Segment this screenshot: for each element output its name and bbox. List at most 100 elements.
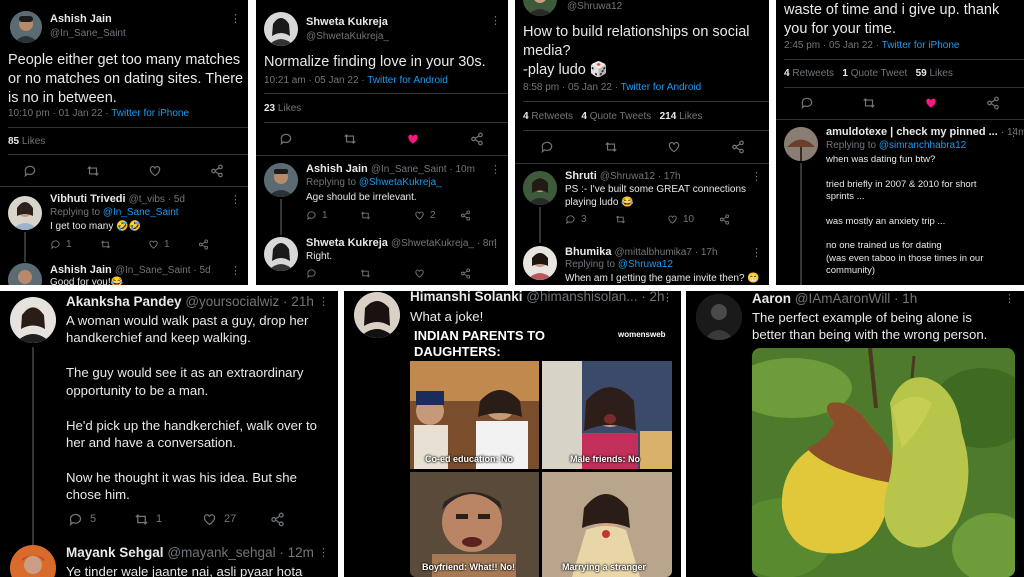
- meme-caption-2: Male friends: No: [570, 454, 641, 464]
- more-icon[interactable]: ⋮: [230, 12, 242, 25]
- author-name[interactable]: Shweta Kukreja: [306, 16, 388, 28]
- share-icon[interactable]: [731, 140, 745, 154]
- retweet-icon[interactable]: [615, 214, 626, 225]
- more-icon[interactable]: ⋮: [751, 170, 763, 183]
- retweet-icon[interactable]: [360, 268, 371, 279]
- author-handle[interactable]: @ShwetaKukreja_: [306, 31, 389, 42]
- avatar[interactable]: [523, 246, 557, 280]
- author-line[interactable]: Aaron @IAmAaronWill · 1h: [752, 291, 917, 306]
- meme-panel-boyfriend: Boyfriend: What!! No!: [410, 472, 539, 577]
- like-icon[interactable]: [414, 210, 425, 221]
- retweet-icon[interactable]: [604, 140, 618, 154]
- like-icon[interactable]: [202, 512, 217, 527]
- avatar[interactable]: [10, 297, 56, 343]
- retweet-icon[interactable]: [862, 96, 876, 110]
- more-icon[interactable]: ⋮: [318, 295, 330, 308]
- meme-panel-friends: Male friends: No: [542, 361, 672, 469]
- avatar[interactable]: [523, 171, 557, 205]
- more-icon[interactable]: ⋮: [490, 14, 502, 27]
- reply-icon[interactable]: [565, 214, 576, 225]
- like-icon[interactable]: [667, 140, 681, 154]
- avatar[interactable]: [696, 294, 742, 340]
- replying-to: Replying to @In_Sane_Saint: [50, 207, 179, 218]
- meme-image[interactable]: INDIAN PARENTS TO DAUGHTERS: womensweb C…: [410, 326, 672, 577]
- more-icon[interactable]: ⋮: [662, 291, 674, 304]
- avatar[interactable]: [784, 127, 818, 161]
- reply-author-name[interactable]: amuldotexe | check my pinned ... · 14m: [826, 126, 1024, 138]
- retweet-icon[interactable]: [86, 164, 100, 178]
- likes-stat[interactable]: 85 Likes: [8, 136, 45, 147]
- author-line[interactable]: Akanksha Pandey @yoursocialwiz · 21h: [66, 294, 314, 309]
- avatar[interactable]: [354, 292, 400, 338]
- share-icon[interactable]: [210, 164, 224, 178]
- reply-author-name[interactable]: Shruti @Shruwa12 · 17h: [565, 170, 681, 182]
- author-name[interactable]: Akanksha Pandey: [66, 294, 182, 309]
- like-icon[interactable]: [148, 239, 159, 250]
- source-link[interactable]: Twitter for iPhone: [882, 40, 960, 51]
- more-icon[interactable]: ⋮: [751, 246, 763, 259]
- avatar[interactable]: [264, 163, 298, 197]
- reply-author-name[interactable]: Ashish Jain @In_Sane_Saint · 10m: [306, 163, 475, 175]
- author-name[interactable]: Himanshi Solanki: [410, 291, 523, 304]
- retweet-icon[interactable]: [100, 239, 111, 250]
- reply-author-name[interactable]: Ashish Jain @In_Sane_Saint · 5d: [50, 264, 211, 276]
- share-icon[interactable]: [460, 210, 471, 221]
- share-icon[interactable]: [719, 214, 730, 225]
- retweet-icon[interactable]: [343, 132, 357, 146]
- author-handle[interactable]: @In_Sane_Saint: [50, 28, 126, 39]
- source-link[interactable]: Twitter for Android: [367, 75, 448, 86]
- pears-image[interactable]: [752, 348, 1015, 577]
- tweet-text: People either get too many matches or no…: [8, 52, 244, 106]
- reply-author-name[interactable]: Vibhuti Trivedi @t_vibs · 5d: [50, 193, 185, 205]
- share-icon[interactable]: [986, 96, 1000, 110]
- share-icon[interactable]: [198, 239, 209, 250]
- retweet-icon[interactable]: [360, 210, 371, 221]
- author-handle[interactable]: @Shruwa12: [567, 1, 622, 12]
- author-name[interactable]: Aaron: [752, 291, 791, 306]
- tweet-text: Normalize finding love in your 30s.: [264, 54, 486, 70]
- source-link[interactable]: Twitter for Android: [621, 82, 702, 93]
- reply-author-name[interactable]: Mayank Sehgal: [66, 545, 164, 560]
- likes-stat[interactable]: 23 Likes: [264, 103, 301, 114]
- source-link[interactable]: Twitter for iPhone: [111, 108, 189, 119]
- share-icon[interactable]: [270, 512, 285, 527]
- reply-icon[interactable]: [306, 268, 317, 279]
- reply-icon[interactable]: [800, 96, 814, 110]
- author-name[interactable]: Ashish Jain: [50, 13, 112, 25]
- like-icon-active[interactable]: [406, 132, 420, 146]
- like-count: 10: [683, 214, 695, 225]
- reply-icon[interactable]: [279, 132, 293, 146]
- share-icon[interactable]: [470, 132, 484, 146]
- more-icon[interactable]: ⋮: [490, 237, 502, 250]
- like-count: 27: [224, 513, 237, 525]
- more-icon[interactable]: ⋮: [1004, 292, 1016, 305]
- retweet-icon[interactable]: [134, 512, 149, 527]
- avatar[interactable]: [8, 196, 42, 230]
- reply-icon[interactable]: [68, 512, 83, 527]
- avatar[interactable]: [264, 237, 298, 271]
- reply-icon[interactable]: [306, 210, 317, 221]
- more-icon[interactable]: ⋮: [490, 163, 502, 176]
- like-icon[interactable]: [148, 164, 162, 178]
- avatar[interactable]: [10, 11, 42, 43]
- reply-icon[interactable]: [23, 164, 37, 178]
- share-icon[interactable]: [460, 268, 471, 279]
- more-icon[interactable]: ⋮: [230, 193, 242, 206]
- reply-author-name[interactable]: Bhumika @mittalbhumika7 · 17h: [565, 246, 718, 258]
- avatar[interactable]: [8, 263, 42, 285]
- reply-icon[interactable]: [50, 239, 61, 250]
- reply-author-line[interactable]: Mayank Sehgal @mayank_sehgal · 12m: [66, 545, 314, 560]
- like-icon[interactable]: [414, 268, 425, 279]
- more-icon[interactable]: ⋮: [318, 546, 330, 559]
- author-line[interactable]: Himanshi Solanki @himanshisolan... · 2h: [410, 291, 665, 304]
- more-icon[interactable]: ⋮: [1008, 126, 1020, 139]
- avatar[interactable]: [10, 545, 56, 577]
- avatar[interactable]: [264, 12, 298, 46]
- reply-count: 3: [581, 214, 587, 225]
- more-icon[interactable]: ⋮: [230, 264, 242, 277]
- avatar[interactable]: [523, 0, 557, 16]
- like-icon[interactable]: [667, 214, 678, 225]
- like-icon-active[interactable]: [924, 96, 938, 110]
- reply-icon[interactable]: [540, 140, 554, 154]
- reply-author-name[interactable]: Shweta Kukreja @ShwetaKukreja_ · 8m: [306, 237, 497, 249]
